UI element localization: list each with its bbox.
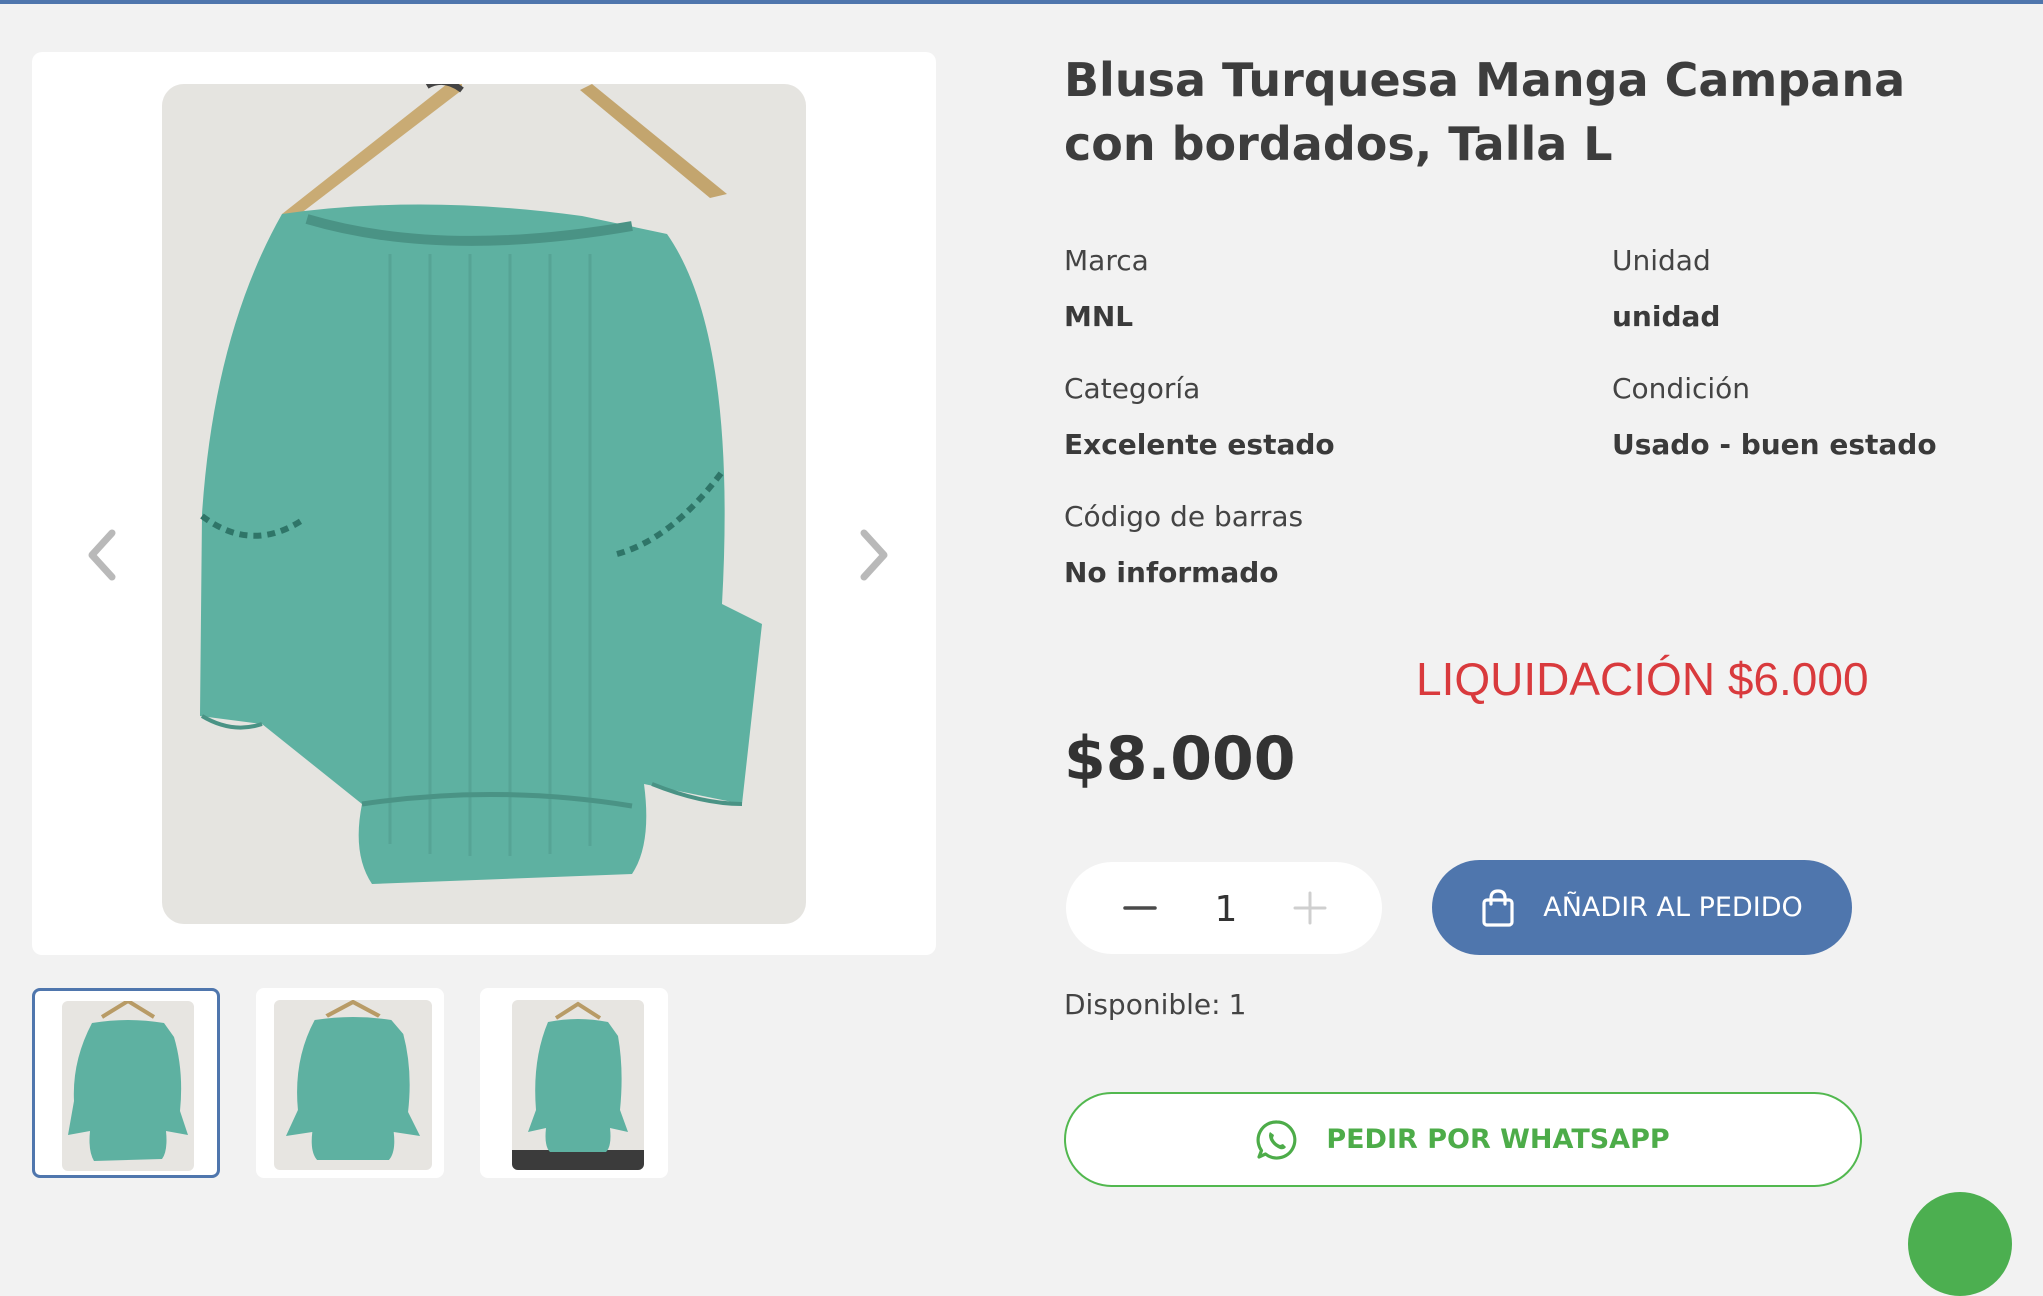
- gallery-thumbnail-2[interactable]: [256, 988, 444, 1178]
- plus-icon: [1293, 891, 1327, 925]
- product-gallery: [32, 52, 936, 955]
- quantity-increase-button[interactable]: [1280, 878, 1340, 938]
- quantity-decrease-button[interactable]: [1110, 878, 1170, 938]
- clearance-promo-text: LIQUIDACIÓN $6.000: [1416, 653, 1869, 705]
- brand-label: Marca: [1064, 244, 1149, 277]
- thumbnail-image-3: [512, 1000, 644, 1170]
- gallery-next-button[interactable]: [844, 500, 904, 610]
- gallery-thumbnail-3[interactable]: [480, 988, 668, 1178]
- chevron-left-icon: [88, 529, 116, 581]
- barcode-value: No informado: [1064, 556, 1279, 589]
- whatsapp-icon: [1256, 1119, 1297, 1160]
- category-value: Excelente estado: [1064, 428, 1335, 461]
- thumbnail-image-2: [274, 1000, 432, 1170]
- barcode-label: Código de barras: [1064, 500, 1304, 533]
- gallery-prev-button[interactable]: [72, 500, 132, 610]
- add-to-order-button[interactable]: AÑADIR AL PEDIDO: [1432, 860, 1852, 955]
- top-accent-bar: [0, 0, 2043, 4]
- floating-whatsapp-button[interactable]: [1908, 1192, 2012, 1296]
- brand-value: MNL: [1064, 300, 1134, 333]
- stock-availability: Disponible: 1: [1064, 988, 1246, 1021]
- chevron-right-icon: [860, 529, 888, 581]
- product-title: Blusa Turquesa Manga Campana con bordado…: [1064, 53, 1906, 171]
- condition-label: Condición: [1612, 372, 1751, 405]
- unit-value: unidad: [1612, 300, 1721, 333]
- product-main-image: [162, 84, 806, 924]
- add-to-order-label: AÑADIR AL PEDIDO: [1543, 892, 1803, 923]
- unit-label: Unidad: [1612, 244, 1711, 277]
- whatsapp-order-button[interactable]: PEDIR POR WHATSAPP: [1064, 1092, 1862, 1187]
- quantity-stepper: [1066, 862, 1382, 954]
- category-label: Categoría: [1064, 372, 1201, 405]
- stock-value: 1: [1228, 988, 1247, 1021]
- thumbnail-image-1: [62, 1001, 194, 1171]
- stock-label: Disponible:: [1064, 988, 1221, 1021]
- product-price: $8.000: [1064, 724, 1296, 794]
- condition-value: Usado - buen estado: [1612, 428, 1937, 461]
- minus-icon: [1123, 906, 1157, 910]
- whatsapp-order-label: PEDIR POR WHATSAPP: [1326, 1124, 1670, 1155]
- quantity-input[interactable]: [1176, 878, 1276, 940]
- gallery-thumbnail-1[interactable]: [32, 988, 220, 1178]
- shopping-bag-icon: [1482, 888, 1514, 927]
